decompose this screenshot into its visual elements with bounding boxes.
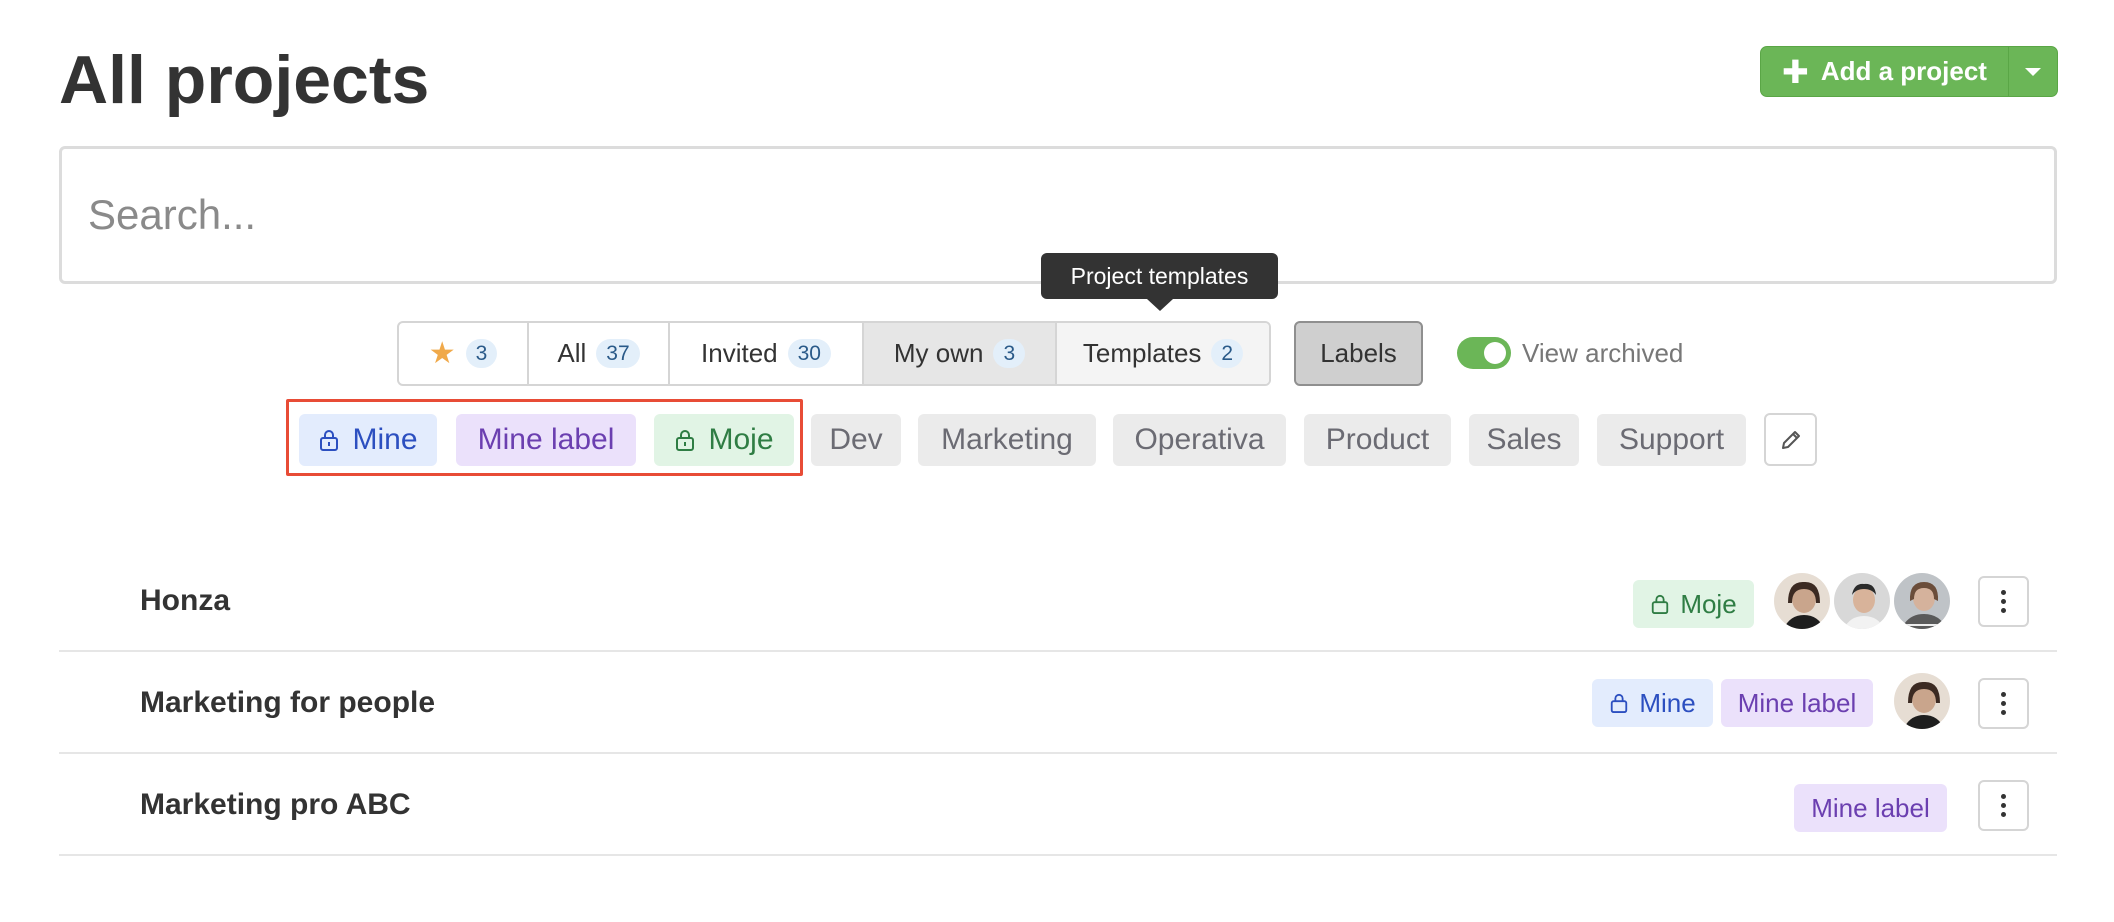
add-project-dropdown-toggle[interactable]: [2008, 47, 2057, 96]
label-chip-dev[interactable]: Dev: [811, 414, 901, 466]
label-chip-text: Marketing: [941, 423, 1073, 456]
project-row[interactable]: Honza Moje: [59, 550, 2057, 652]
project-label-mine-label[interactable]: Mine label: [1721, 679, 1873, 727]
label-chip-support[interactable]: Support: [1597, 414, 1746, 466]
toggle-knob: [1484, 342, 1506, 364]
label-chip-text: Product: [1325, 423, 1430, 456]
label-chip-product[interactable]: Product: [1304, 414, 1451, 466]
tab-invited[interactable]: Invited 30: [670, 323, 864, 384]
page-title: All projects: [59, 42, 430, 118]
project-name[interactable]: Honza: [140, 583, 230, 619]
avatar[interactable]: [1832, 571, 1892, 631]
more-icon: [2001, 692, 2006, 697]
label-chip-text: Dev: [829, 423, 883, 456]
tab-count: 2: [1211, 339, 1244, 368]
tab-starred[interactable]: ★ 3: [399, 323, 529, 384]
tab-all[interactable]: All 37: [529, 323, 670, 384]
lock-icon: [1611, 693, 1628, 713]
project-row[interactable]: Marketing pro ABC Mine label: [59, 754, 2057, 856]
avatar[interactable]: [1892, 671, 1952, 731]
label-chip-marketing[interactable]: Marketing: [918, 414, 1096, 466]
view-archived-toggle[interactable]: [1457, 337, 1511, 369]
chevron-down-icon: [2025, 67, 2041, 76]
more-icon: [2001, 794, 2006, 799]
avatar[interactable]: [1772, 571, 1832, 631]
label-chip-sales[interactable]: Sales: [1469, 414, 1579, 466]
tab-count: 30: [787, 339, 831, 368]
avatar[interactable]: [1892, 571, 1952, 631]
tab-label: Invited: [701, 338, 778, 368]
label-chip-text: Support: [1618, 423, 1725, 456]
project-menu-button[interactable]: [1978, 576, 2029, 627]
project-label-text: Mine label: [1811, 792, 1930, 823]
tab-templates[interactable]: Templates 2: [1057, 323, 1269, 384]
pencil-icon: [1781, 430, 1800, 449]
highlight-box: [286, 399, 803, 476]
project-label-text: Mine label: [1737, 687, 1857, 718]
plus-icon: ✚: [1782, 53, 1809, 90]
more-icon: [2001, 590, 2006, 595]
project-filter-tabs: ★ 3 All 37 Invited 30 My own 3 Templates…: [397, 321, 1271, 386]
project-menu-button[interactable]: [1978, 678, 2029, 729]
project-label-text: Mine: [1639, 687, 1696, 718]
star-icon: ★: [428, 336, 456, 370]
lock-icon: [1652, 594, 1669, 614]
project-label-moje[interactable]: Moje: [1633, 580, 1754, 628]
project-name[interactable]: Marketing pro ABC: [140, 787, 411, 823]
project-menu-button[interactable]: [1978, 780, 2029, 831]
project-label-mine-label[interactable]: Mine label: [1794, 784, 1947, 832]
add-project-button-group: ✚ Add a project: [1760, 46, 2058, 97]
tooltip: Project templates: [1041, 253, 1278, 299]
add-project-button[interactable]: ✚ Add a project: [1761, 47, 2008, 96]
tab-count: 37: [596, 339, 640, 368]
labels-button[interactable]: Labels: [1294, 321, 1423, 386]
label-chip-operativa[interactable]: Operativa: [1113, 414, 1286, 466]
tab-label: Templates: [1082, 338, 1202, 368]
tab-my-own[interactable]: My own 3: [864, 323, 1057, 384]
project-label-mine[interactable]: Mine: [1592, 679, 1713, 727]
tooltip-arrow: [1147, 299, 1173, 311]
label-chip-text: Operativa: [1134, 423, 1265, 456]
project-row[interactable]: Marketing for people Mine Mine label: [59, 652, 2057, 754]
tab-label: My own: [893, 338, 984, 368]
add-project-label: Add a project: [1820, 56, 1987, 86]
label-chip-text: Sales: [1486, 423, 1562, 456]
project-name[interactable]: Marketing for people: [140, 685, 435, 721]
tab-label: All: [557, 338, 587, 368]
project-label-text: Moje: [1680, 588, 1737, 619]
view-archived-label: View archived: [1522, 338, 1684, 368]
edit-labels-button[interactable]: [1764, 413, 1817, 466]
tab-count: 3: [993, 339, 1026, 368]
tab-count: 3: [465, 339, 498, 368]
